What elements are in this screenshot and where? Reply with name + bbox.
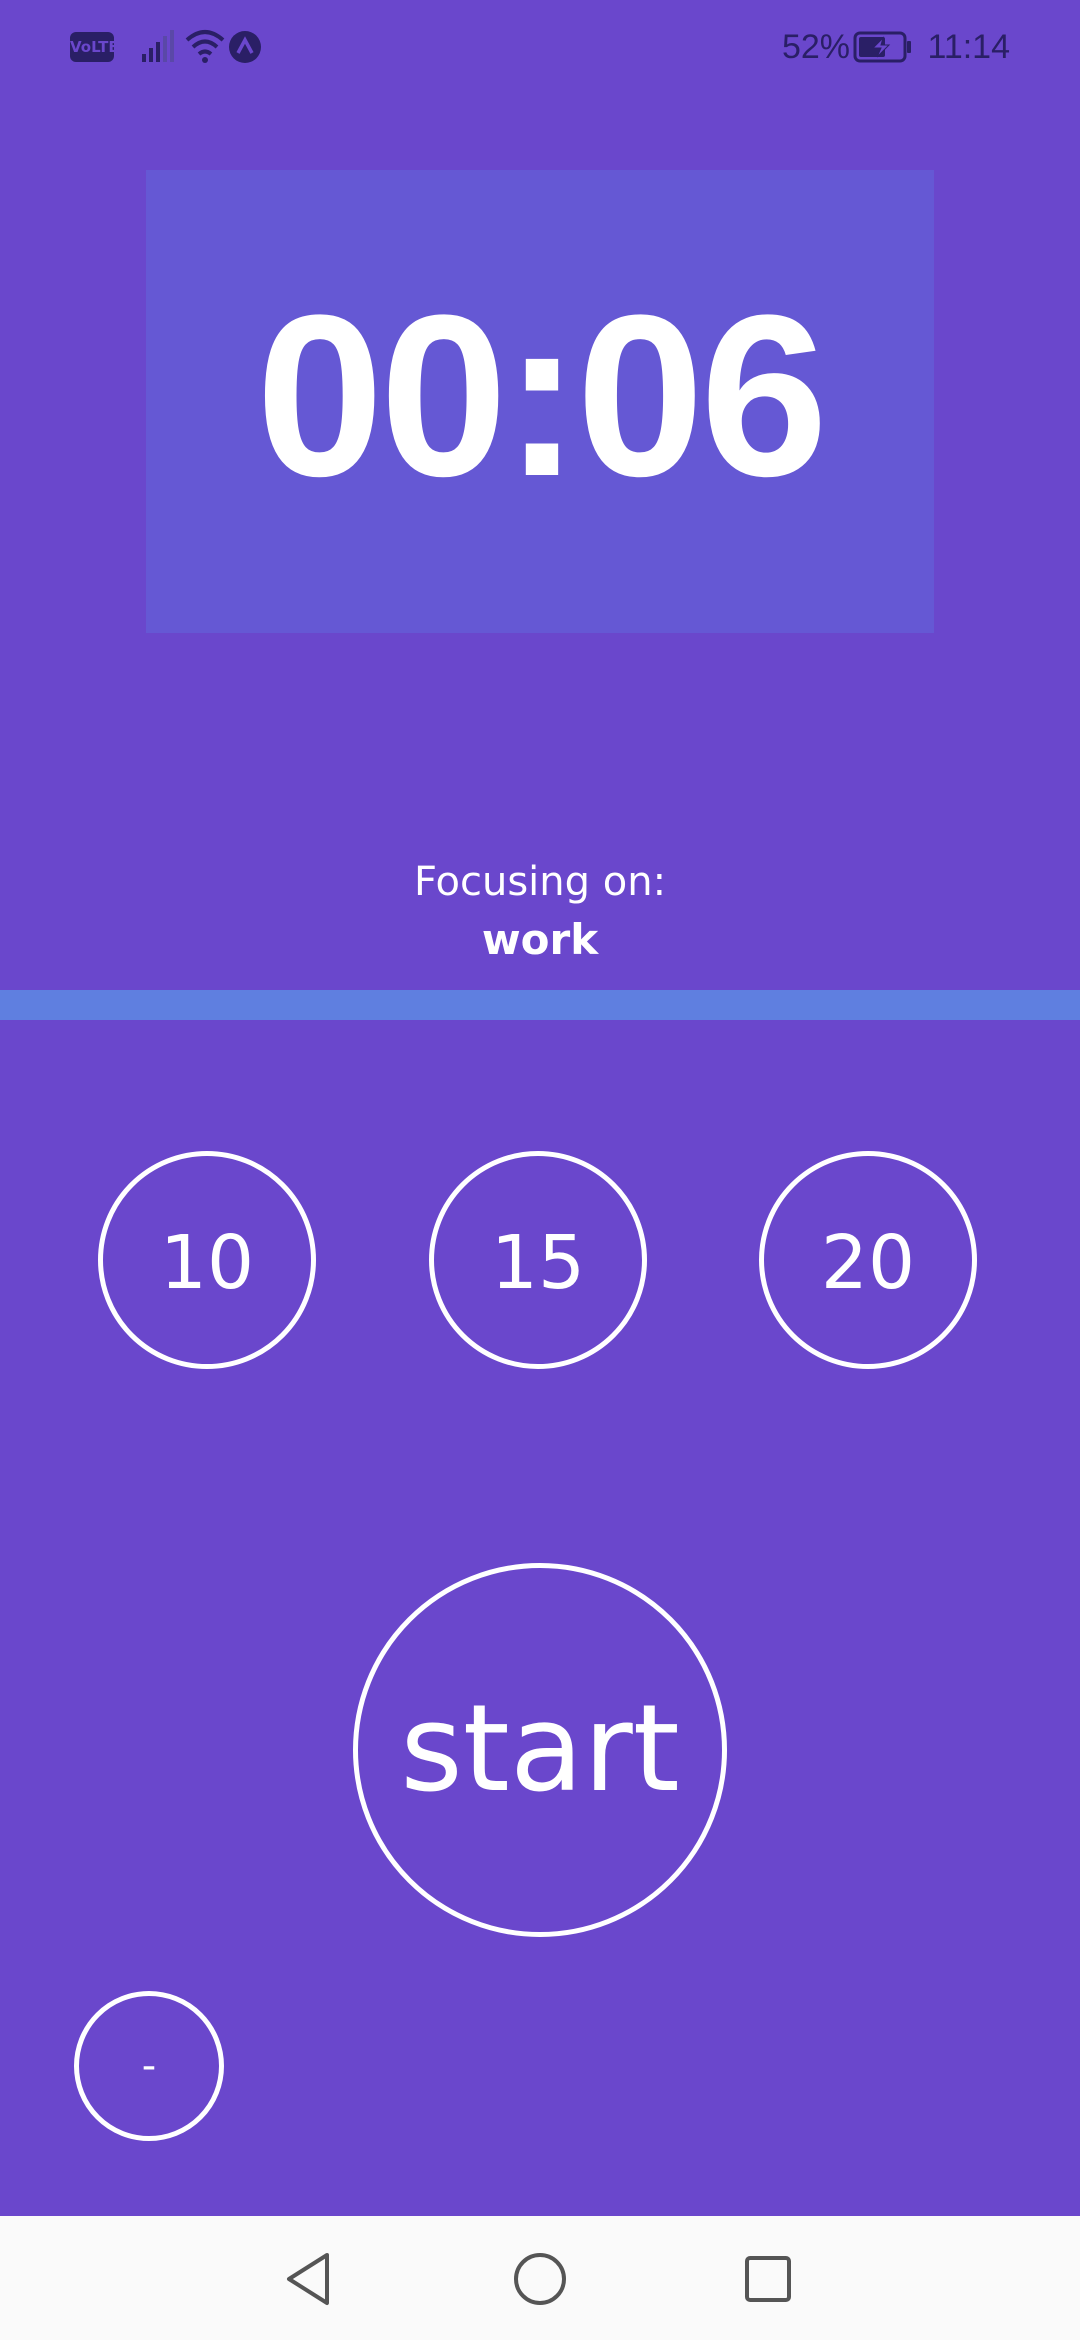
preset-15-button[interactable]: 15 bbox=[429, 1151, 647, 1369]
minus-label: - bbox=[141, 2043, 157, 2089]
circle-home-icon bbox=[514, 2253, 566, 2305]
navigation-bar bbox=[0, 2216, 1080, 2340]
battery-charging-icon bbox=[853, 31, 911, 63]
status-bar: VoLTE 52% 11:14 bbox=[0, 0, 1080, 90]
square-recents-icon bbox=[745, 2256, 791, 2302]
volte-icon: VoLTE bbox=[70, 32, 119, 62]
focus-subject: work bbox=[481, 915, 599, 964]
timer-display: 00:06 bbox=[146, 170, 934, 633]
vpn-icon bbox=[229, 31, 261, 63]
status-clock: 11:14 bbox=[927, 28, 1010, 66]
minus-button[interactable]: - bbox=[74, 1991, 224, 2141]
preset-label: 10 bbox=[159, 1220, 255, 1306]
nav-home-button[interactable] bbox=[505, 2244, 575, 2314]
preset-label: 15 bbox=[490, 1220, 586, 1306]
wifi-icon bbox=[185, 30, 225, 63]
start-button[interactable]: start bbox=[353, 1563, 727, 1937]
progress-bar bbox=[0, 990, 1080, 1020]
preset-label: 20 bbox=[820, 1220, 916, 1306]
preset-20-button[interactable]: 20 bbox=[759, 1151, 977, 1369]
timer-text: 00:06 bbox=[255, 266, 828, 524]
battery-percent: 52% bbox=[781, 28, 850, 66]
triangle-back-icon bbox=[287, 2253, 329, 2305]
nav-recents-button[interactable] bbox=[733, 2244, 803, 2314]
progress-fill bbox=[0, 990, 1080, 1020]
focus-label: Focusing on: bbox=[413, 859, 667, 905]
app-screen: VoLTE 52% 11:14 00:06 Focusing on: work … bbox=[0, 0, 1080, 2340]
nav-back-button[interactable] bbox=[273, 2244, 343, 2314]
preset-10-button[interactable]: 10 bbox=[98, 1151, 316, 1369]
cellular-signal-icon bbox=[142, 30, 174, 62]
start-label: start bbox=[400, 1679, 680, 1819]
